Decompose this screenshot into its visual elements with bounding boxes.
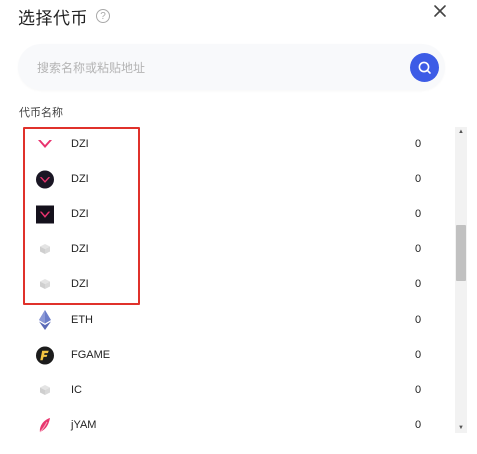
token-symbol: ETH [71, 314, 93, 326]
token-row[interactable]: DZI 0 [18, 127, 455, 162]
token-balance: 0 [415, 208, 422, 220]
scroll-up-arrow-icon[interactable]: ▲ [455, 127, 467, 137]
token-list: DZI 0 DZI 0 DZI 0 DZI 0 DZI 0 ETH 0 FGAM… [18, 126, 455, 436]
token-symbol: DZI [71, 243, 89, 255]
search-input[interactable] [35, 44, 399, 92]
token-row[interactable]: DZI 0 [18, 197, 455, 232]
scroll-thumb[interactable] [456, 225, 466, 281]
token-row[interactable]: DZI 0 [18, 232, 455, 267]
token-symbol: DZI [71, 208, 89, 220]
dzi-pink-logo-icon [36, 135, 54, 153]
token-symbol: DZI [71, 138, 89, 150]
search-icon [417, 60, 432, 75]
ethereum-icon [36, 310, 54, 330]
scroll-down-arrow-icon[interactable]: ▼ [455, 423, 467, 433]
token-symbol: DZI [71, 278, 89, 290]
help-icon[interactable]: ? [96, 9, 110, 23]
token-balance: 0 [415, 384, 422, 396]
dialog-title: 选择代币 [18, 8, 88, 28]
token-row[interactable]: FGAME 0 [18, 338, 455, 373]
token-balance: 0 [415, 349, 422, 361]
column-header-token-name: 代币名称 [19, 107, 63, 119]
token-symbol: jYAM [71, 419, 97, 431]
token-symbol: IC [71, 384, 82, 396]
token-balance: 0 [415, 419, 422, 431]
token-balance: 0 [415, 243, 422, 255]
placeholder-token-icon [36, 275, 54, 293]
token-balance: 0 [415, 173, 422, 185]
token-row[interactable]: DZI 0 [18, 267, 455, 302]
search-box [18, 44, 445, 92]
token-symbol: DZI [71, 173, 89, 185]
scrollbar[interactable]: ▲ ▼ [455, 127, 467, 433]
token-balance: 0 [415, 314, 422, 326]
placeholder-token-icon [36, 240, 54, 258]
placeholder-token-icon [36, 381, 54, 399]
token-row[interactable]: DZI 0 [18, 162, 455, 197]
fgame-icon [36, 346, 54, 364]
token-row[interactable]: IC 0 [18, 373, 455, 408]
close-icon[interactable] [431, 2, 449, 20]
dzi-dark-square-logo-icon [36, 205, 54, 223]
token-balance: 0 [415, 138, 422, 150]
dzi-dark-circle-logo-icon [36, 170, 54, 188]
token-row[interactable]: ETH 0 [18, 303, 455, 338]
search-button[interactable] [410, 53, 439, 82]
token-symbol: FGAME [71, 349, 111, 361]
jyam-icon [36, 416, 54, 434]
token-balance: 0 [415, 278, 422, 290]
dialog-header: 选择代币 ? [18, 4, 110, 28]
token-row[interactable]: jYAM 0 [18, 408, 455, 436]
